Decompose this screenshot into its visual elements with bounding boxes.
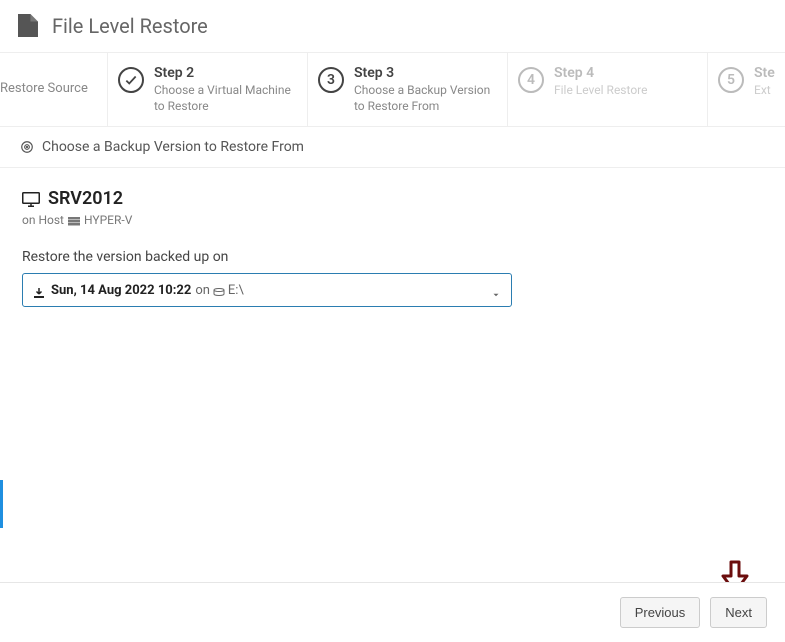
backup-version-dropdown[interactable]: Sun, 14 Aug 2022 10:22 on E:\ bbox=[22, 273, 512, 307]
vm-name-row: SRV2012 bbox=[22, 188, 763, 209]
chevron-down-icon bbox=[491, 285, 501, 295]
step-2-title: Step 2 bbox=[154, 65, 297, 81]
file-icon bbox=[18, 14, 38, 38]
check-icon bbox=[118, 67, 144, 93]
step-5[interactable]: 5 Ste Ext bbox=[708, 53, 785, 126]
host-prefix: on Host bbox=[22, 213, 64, 227]
selected-date: Sun, 14 Aug 2022 10:22 bbox=[51, 283, 191, 298]
step-5-number: 5 bbox=[718, 67, 744, 93]
vm-name: SRV2012 bbox=[48, 188, 123, 209]
host-name: HYPER-V bbox=[84, 213, 132, 227]
version-label: Restore the version backed up on bbox=[22, 249, 763, 265]
target-icon bbox=[20, 140, 34, 154]
dropdown-selected: Sun, 14 Aug 2022 10:22 bbox=[51, 283, 191, 298]
step-1-desc: Restore Source bbox=[0, 81, 88, 98]
step-2-desc: Choose a Virtual Machine to Restore bbox=[154, 83, 297, 114]
step-3-title: Step 3 bbox=[354, 65, 497, 81]
previous-button[interactable]: Previous bbox=[620, 597, 701, 628]
next-button[interactable]: Next bbox=[710, 597, 767, 628]
disk-icon bbox=[213, 285, 225, 295]
drive-letter: E:\ bbox=[228, 283, 244, 298]
download-icon bbox=[33, 284, 45, 296]
step-4-number: 4 bbox=[518, 67, 544, 93]
content-panel: SRV2012 on Host HYPER-V Restore the vers… bbox=[0, 168, 785, 327]
page-header: File Level Restore bbox=[0, 0, 785, 53]
step-2[interactable]: Step 2 Choose a Virtual Machine to Resto… bbox=[108, 53, 308, 126]
server-icon bbox=[68, 215, 80, 225]
subheader: Choose a Backup Version to Restore From bbox=[0, 127, 785, 168]
step-3-desc: Choose a Backup Version to Restore From bbox=[354, 83, 497, 114]
wizard-footer: Previous Next bbox=[0, 582, 785, 642]
vm-host-line: on Host HYPER-V bbox=[22, 213, 763, 227]
on-text: on bbox=[195, 283, 210, 298]
page-title: File Level Restore bbox=[52, 14, 208, 38]
step-3-number: 3 bbox=[318, 67, 344, 93]
left-accent-bar bbox=[0, 480, 3, 528]
dropdown-sub: on E:\ bbox=[195, 283, 243, 298]
step-5-title: Ste bbox=[754, 65, 775, 81]
step-3[interactable]: 3 Step 3 Choose a Backup Version to Rest… bbox=[308, 53, 508, 126]
subheader-text: Choose a Backup Version to Restore From bbox=[42, 139, 304, 155]
step-1[interactable]: Restore Source bbox=[0, 53, 108, 126]
step-4-title: Step 4 bbox=[554, 65, 647, 81]
step-5-desc: Ext bbox=[754, 83, 775, 99]
step-4-desc: File Level Restore bbox=[554, 83, 647, 99]
monitor-icon bbox=[22, 191, 40, 207]
step-4[interactable]: 4 Step 4 File Level Restore bbox=[508, 53, 708, 126]
wizard-steps: Restore Source Step 2 Choose a Virtual M… bbox=[0, 53, 785, 127]
